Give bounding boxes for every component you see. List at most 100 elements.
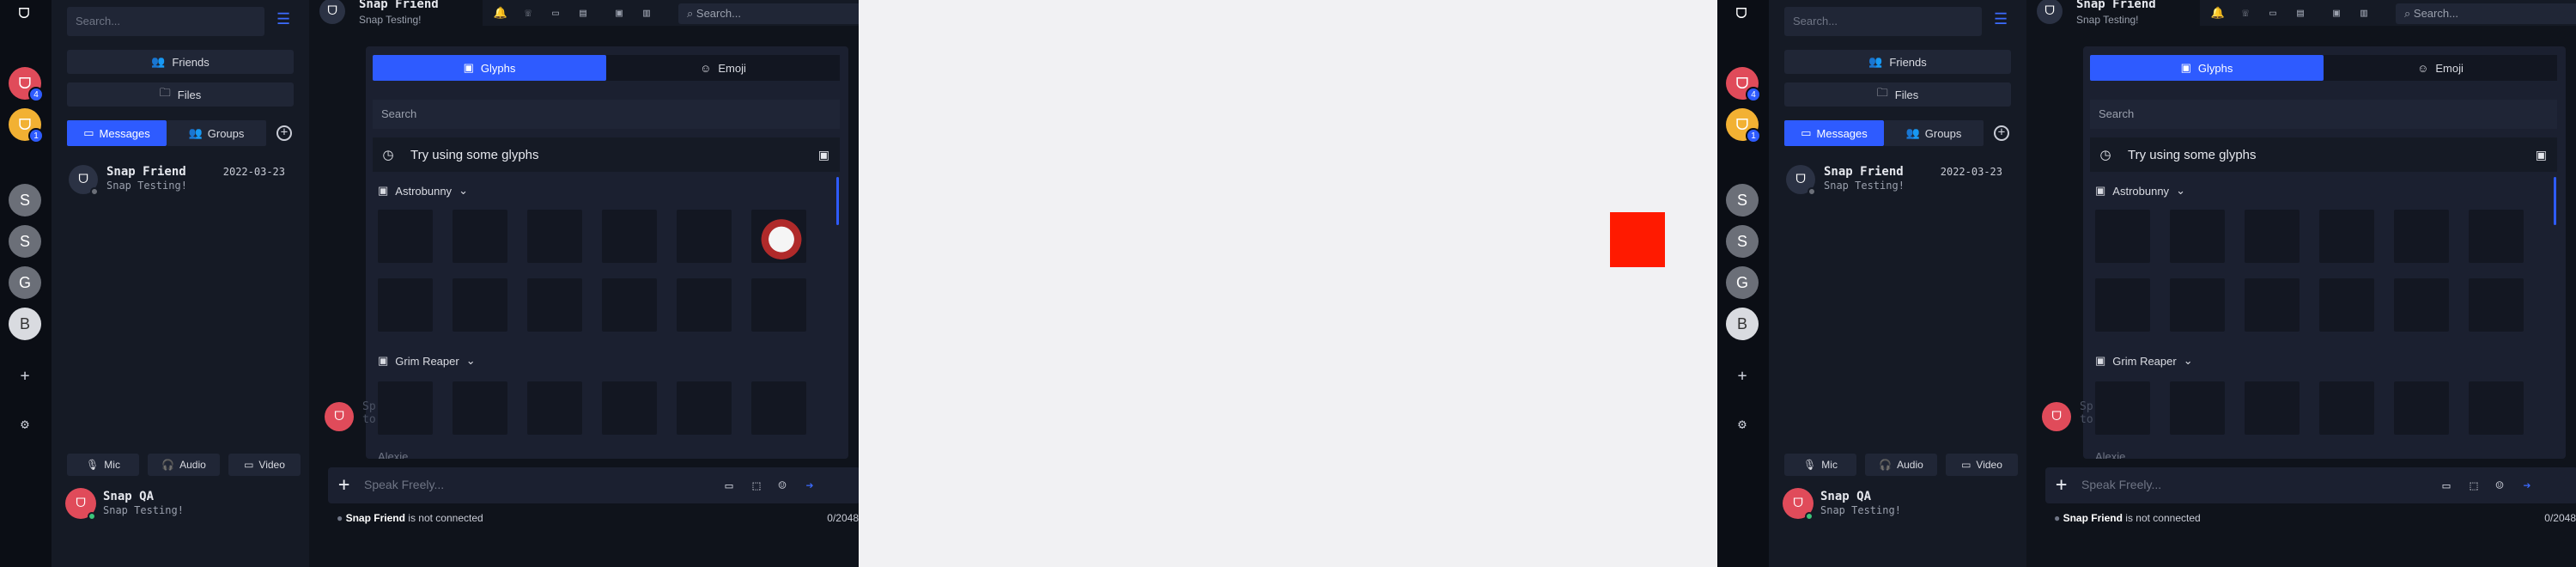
glyph-cell[interactable] xyxy=(2170,381,2225,435)
archive-icon[interactable]: ▤ xyxy=(1432,3,1451,22)
glyph-cell[interactable] xyxy=(1236,278,1291,332)
mic-button[interactable]: 🎙 Mic xyxy=(67,454,139,476)
glyph-cell[interactable] xyxy=(2319,210,2374,263)
mic-button[interactable]: 🎙 Mic xyxy=(1784,454,1856,476)
add-server-icon[interactable]: + xyxy=(1733,366,1752,385)
glyph-search-input[interactable]: Search xyxy=(373,100,840,129)
video-call-icon[interactable]: ▭ xyxy=(2263,3,2282,22)
mic-button[interactable]: 🎙 Mic xyxy=(926,454,998,476)
tab-emoji[interactable]: ☺ Emoji xyxy=(606,55,840,81)
pack-header-grim-reaper[interactable]: ▣ Grim Reaper ⌄ xyxy=(1236,354,1334,368)
tab-groups[interactable]: 👥 Groups xyxy=(1025,120,1125,146)
glyph-cell[interactable] xyxy=(1386,210,1441,263)
glyph-cell[interactable] xyxy=(453,381,507,435)
server-1-icon[interactable]: ᗜ4 xyxy=(9,67,44,102)
glyph-cell[interactable] xyxy=(677,210,732,263)
market-icon[interactable]: ▣ xyxy=(1677,148,1688,162)
tab-messages[interactable]: ▭ Messages xyxy=(1784,120,1884,146)
chat-list-item[interactable]: ᗜ Snap Friend 2022-03-23 Snap Testing! xyxy=(1784,162,2011,203)
glyph-cell[interactable] xyxy=(751,381,806,435)
glyph-cell[interactable] xyxy=(602,210,657,263)
bell-icon[interactable]: 🔔 xyxy=(2208,3,2227,22)
tab-groups[interactable]: 👥 Groups xyxy=(167,120,266,146)
market-icon[interactable]: ▣ xyxy=(818,148,829,162)
current-user[interactable]: ᗜ Snap QA Snap Testing! xyxy=(1783,486,2014,526)
message-input[interactable]: Speak Freely... xyxy=(364,478,444,491)
server-1-icon[interactable]: ᗜ4 xyxy=(867,67,902,102)
server-3-icon[interactable]: S xyxy=(1726,184,1759,216)
glyph-cell[interactable] xyxy=(527,210,582,263)
glyph-cell[interactable] xyxy=(2394,381,2449,435)
server-2-icon[interactable]: ᗜ1 xyxy=(9,108,44,143)
glyph-cell[interactable] xyxy=(1236,381,1291,435)
audio-button[interactable]: 🎧 Audio xyxy=(1865,454,1937,476)
tab-messages[interactable]: ▭ Messages xyxy=(926,120,1025,146)
glyph-cell[interactable] xyxy=(677,278,732,332)
glyph-cell[interactable] xyxy=(378,381,433,435)
server-1-icon[interactable]: ᗜ4 xyxy=(1726,67,1761,102)
glyph-cell[interactable] xyxy=(1311,210,1366,263)
menu-icon[interactable]: ☰ xyxy=(1135,12,1152,29)
market-icon[interactable]: ▣ xyxy=(610,3,629,22)
files-button[interactable]: 🗀 Files xyxy=(67,82,294,107)
sidebar-search-input[interactable]: Search... xyxy=(926,7,1123,36)
glyph-cell[interactable] xyxy=(527,381,582,435)
chat-list-item[interactable]: ᗜ Snap Friend 2022-03-23 Snap Testing! xyxy=(67,162,294,203)
glyph-cell[interactable] xyxy=(453,278,507,332)
friends-button[interactable]: 👥 Friends xyxy=(926,50,1152,74)
glyph-cell[interactable] xyxy=(1461,210,1516,263)
glyph-cell[interactable] xyxy=(1535,381,1590,435)
friends-button[interactable]: 👥 Friends xyxy=(1784,50,2011,74)
app-logo[interactable]: ᗜ xyxy=(14,3,34,24)
message-input[interactable]: Speak Freely... xyxy=(2081,478,2161,491)
pack-header-grim-reaper[interactable]: ▣ Grim Reaper ⌄ xyxy=(2095,354,2193,368)
wallet-icon[interactable]: ▥ xyxy=(2354,3,2373,22)
server-3-icon[interactable]: S xyxy=(867,184,900,216)
glyph-cell[interactable] xyxy=(378,210,433,263)
call-icon[interactable]: ☏ xyxy=(2236,3,2255,22)
pack-header-grim-reaper[interactable]: ▣ Grim Reaper ⌄ xyxy=(378,354,476,368)
archive-icon[interactable]: ▤ xyxy=(574,3,592,22)
video-button[interactable]: ▭ Video xyxy=(1946,454,2018,476)
server-5-icon[interactable]: G xyxy=(1726,266,1759,299)
tab-emoji[interactable]: ☺ Emoji xyxy=(2324,55,2557,81)
glyph-cell[interactable] xyxy=(527,278,582,332)
tab-glyphs[interactable]: ▣ Glyphs xyxy=(2090,55,2324,81)
menu-icon[interactable]: ☰ xyxy=(276,12,294,29)
files-button[interactable]: 🗀 Files xyxy=(926,82,1152,107)
server-6-icon[interactable]: B xyxy=(867,308,900,340)
server-5-icon[interactable]: G xyxy=(867,266,900,299)
glyph-cell[interactable] xyxy=(1236,210,1291,263)
server-3-icon[interactable]: S xyxy=(9,184,41,216)
pack-header-astrobunny[interactable]: ▣ Astrobunny ⌄ xyxy=(2095,184,2185,198)
glyph-cell[interactable] xyxy=(751,278,806,332)
friends-button[interactable]: 👥 Friends xyxy=(67,50,294,74)
message-input[interactable]: Speak Freely... xyxy=(1223,478,1303,491)
bell-icon[interactable]: 🔔 xyxy=(491,3,510,22)
server-6-icon[interactable]: B xyxy=(9,308,41,340)
send-arrow-icon[interactable]: ➔ xyxy=(1659,477,1678,494)
settings-gear-icon[interactable]: ⚙ xyxy=(15,414,34,433)
attach-plus-icon[interactable]: + xyxy=(2056,474,2067,496)
add-server-icon[interactable]: + xyxy=(15,366,34,385)
glyph-cell[interactable] xyxy=(2245,210,2300,263)
market-icon[interactable]: ▣ xyxy=(1468,3,1487,22)
video-button[interactable]: ▭ Video xyxy=(1087,454,1159,476)
select-box-icon[interactable]: ⬚ xyxy=(2464,477,2483,494)
call-icon[interactable]: ☏ xyxy=(1377,3,1396,22)
astrobunny-glyph-image[interactable] xyxy=(759,215,804,259)
glyph-cell[interactable] xyxy=(1535,210,1590,263)
glyph-cell[interactable] xyxy=(602,278,657,332)
glyph-cell[interactable] xyxy=(677,381,732,435)
current-user[interactable]: ᗜ Snap QA Snap Testing! xyxy=(65,486,297,526)
glyph-search-input[interactable]: Search xyxy=(2090,100,2557,129)
pack-header-astrobunny[interactable]: ▣ Astrobunny ⌄ xyxy=(378,184,468,198)
select-box-icon[interactable]: ⬚ xyxy=(1606,477,1625,494)
sidebar-search-input[interactable]: Search... xyxy=(67,7,264,36)
attach-plus-icon[interactable]: + xyxy=(338,474,349,496)
glyph-cell[interactable] xyxy=(2095,381,2150,435)
header-search-input[interactable]: ⌕ Search... xyxy=(678,3,859,24)
glyph-cell[interactable] xyxy=(2394,210,2449,263)
emoji-icon[interactable]: ☺ xyxy=(773,477,792,494)
glyph-cell[interactable] xyxy=(2319,278,2374,332)
